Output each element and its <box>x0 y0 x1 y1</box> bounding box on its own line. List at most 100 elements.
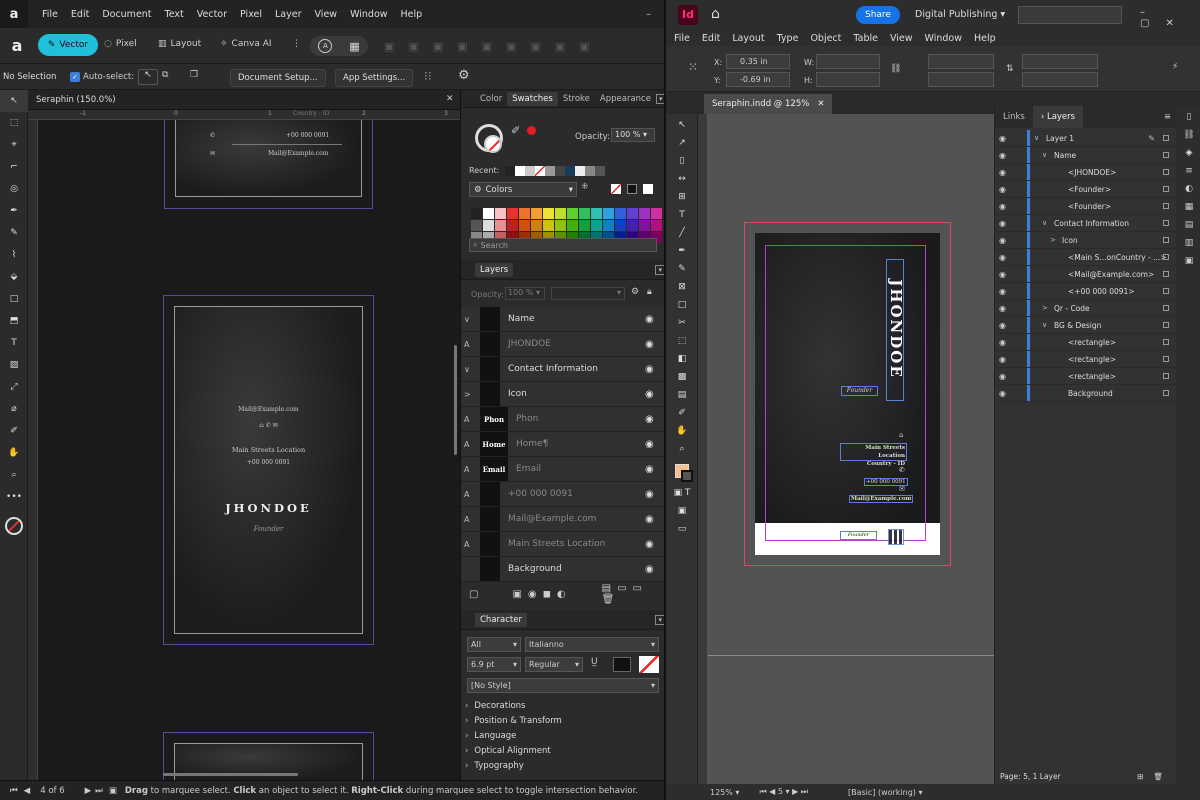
select-mode-pointer-icon[interactable]: ↖ <box>138 69 158 85</box>
collapse-arrow-icon[interactable]: ∨ <box>464 315 476 324</box>
fill-tool-icon[interactable]: ⬙ <box>0 266 28 288</box>
vector-brush-icon[interactable]: ⌇ <box>0 244 28 266</box>
fill-stroke-well[interactable] <box>475 124 503 153</box>
stroke-type-field[interactable] <box>1022 72 1098 87</box>
color-swatch[interactable] <box>531 220 542 231</box>
color-swatch[interactable] <box>579 220 590 231</box>
preview-mode-icon[interactable]: ▭ <box>666 520 698 538</box>
links-icon[interactable]: ⛓ <box>1176 130 1200 148</box>
vertical-scrollbar[interactable] <box>454 345 457 455</box>
home-icon[interactable]: ⌂ <box>711 6 720 22</box>
zoom-tool-icon[interactable]: ⌕ <box>0 464 28 486</box>
color-swatch[interactable] <box>567 208 578 219</box>
swatch-search[interactable]: ⌕ Search <box>469 238 657 252</box>
visibility-eye-icon[interactable]: ◉ <box>999 270 1013 279</box>
color-swatch[interactable] <box>639 208 650 219</box>
artboard-top[interactable]: ✆ +00 000 0091 ✉ Mail@Example.com Countr… <box>164 110 373 209</box>
settings-gear-icon[interactable]: ⚙ <box>458 68 470 83</box>
color-swatch[interactable] <box>471 208 482 219</box>
blend-mode-field[interactable]: ▾ <box>551 287 625 300</box>
move-tool-icon[interactable]: ↖ <box>0 90 28 112</box>
snapping-grid-icon[interactable]: ⁝⁝ <box>424 69 432 83</box>
panel-menu-icon[interactable]: ≡ <box>1164 112 1171 122</box>
character-section[interactable]: › Optical Alignment <box>465 743 661 758</box>
expand-arrow-icon[interactable]: ∨ <box>1042 219 1054 227</box>
window-controls[interactable]: –▢✕ <box>1140 7 1200 29</box>
search-field[interactable] <box>1018 6 1122 24</box>
color-swatch[interactable] <box>651 220 662 231</box>
menu-file[interactable]: File <box>674 33 690 44</box>
text-layer-icon[interactable]: A <box>464 440 476 449</box>
text-layer-icon[interactable]: A <box>464 515 476 524</box>
swatch-none-icon[interactable] <box>611 184 621 194</box>
fill-stroke-icon[interactable] <box>666 458 698 484</box>
node-tool-icon[interactable]: ⌖ <box>0 134 28 156</box>
properties-icon[interactable]: ▥ <box>1176 238 1200 256</box>
visibility-eye-icon[interactable]: ◉ <box>645 439 665 450</box>
text-layer-icon[interactable]: A <box>464 465 476 474</box>
indesign-layer-row[interactable]: ◉ ∨ Name <box>995 147 1177 164</box>
menu-pixel[interactable]: Pixel <box>240 9 275 20</box>
text-fill-swatch[interactable] <box>613 657 631 672</box>
font-family-select[interactable]: Italianno ▾ <box>525 637 659 652</box>
y-field[interactable]: -0.69 in <box>726 72 790 87</box>
color-swatch[interactable] <box>483 208 494 219</box>
corner-tool-icon[interactable]: ⌐ <box>0 156 28 178</box>
visibility-eye-icon[interactable]: ◉ <box>645 389 665 400</box>
layer-row[interactable]: A Phon Phon ◉ <box>461 407 665 432</box>
visibility-eye-icon[interactable]: ◉ <box>999 219 1013 228</box>
visibility-eye-icon[interactable]: ◉ <box>999 151 1013 160</box>
collapse-arrow-icon[interactable]: ∨ <box>464 365 476 374</box>
layer-type-icon[interactable]: > <box>464 390 476 399</box>
rectangle-tool-icon[interactable]: □ <box>666 296 698 314</box>
x-field[interactable]: 0.35 in <box>726 54 790 69</box>
rectangle-frame-icon[interactable]: ⊠ <box>666 278 698 296</box>
rectangle-tool-icon[interactable]: □ <box>0 288 28 310</box>
color-swatch[interactable] <box>651 208 662 219</box>
select-mode-artboard-icon[interactable]: ❐ <box>190 70 198 80</box>
zoom-field[interactable]: 125% ▾ <box>710 788 739 797</box>
layer-lock-icon[interactable]: 🔒︎ <box>647 287 652 297</box>
quick-actions-icon[interactable]: ⚡ <box>1172 62 1178 72</box>
layer-row[interactable]: A +00 000 0091 ◉ <box>461 482 665 507</box>
visibility-eye-icon[interactable]: ◉ <box>999 168 1013 177</box>
font-weight-select[interactable]: Regular ▾ <box>525 657 583 672</box>
color-swatch[interactable] <box>531 208 542 219</box>
indesign-layer-row[interactable]: ◉ > Icon <box>995 232 1177 249</box>
color-swatch[interactable] <box>591 220 602 231</box>
delete-layer-icon[interactable]: 🗑︎ <box>1153 772 1163 781</box>
rotate-field[interactable] <box>928 54 994 69</box>
layers-icon[interactable]: ◈ <box>1176 148 1200 166</box>
tab-character[interactable]: Character <box>475 612 527 627</box>
layer-row[interactable]: A Home Home¶ ◉ <box>461 432 665 457</box>
expand-arrow-icon[interactable]: > <box>1042 304 1054 312</box>
color-swatch[interactable] <box>639 220 650 231</box>
layer-row[interactable]: A JHONDOE ◉ <box>461 332 665 357</box>
expand-arrow-icon[interactable]: ∨ <box>1042 151 1054 159</box>
visibility-eye-icon[interactable]: ◉ <box>999 321 1013 330</box>
selection-tool-icon[interactable]: ↖ <box>666 116 698 134</box>
layer-settings-icon[interactable]: ⚙ <box>631 287 639 297</box>
layer-row[interactable]: A Mail@Example.com ◉ <box>461 507 665 532</box>
visibility-eye-icon[interactable]: ◉ <box>999 236 1013 245</box>
first-page-icon[interactable]: ⏮ <box>10 786 18 796</box>
eyedropper-icon[interactable]: ✐ <box>666 404 698 422</box>
select-square-icon[interactable] <box>1163 271 1169 277</box>
persona-layout-button[interactable]: ▥ Layout <box>158 39 201 49</box>
artboard-tool-icon[interactable]: ⬚ <box>0 112 28 134</box>
swatch-white-icon[interactable] <box>643 184 653 194</box>
visibility-eye-icon[interactable]: ◉ <box>645 414 665 425</box>
layer-row[interactable]: A Main Streets Location ◉ <box>461 532 665 557</box>
cc-libraries-icon[interactable]: ▤ <box>1176 220 1200 238</box>
preflight-status[interactable]: [Basic] (working) ▾ <box>848 788 923 797</box>
visibility-eye-icon[interactable]: ◉ <box>645 564 665 575</box>
page[interactable]: JHONDOE Founder ⌂ Main Streets Location … <box>755 233 940 555</box>
color-swatch[interactable] <box>543 220 554 231</box>
document-tab[interactable]: Seraphin (150.0%) ✕ <box>28 90 460 110</box>
indesign-layer-row[interactable]: ◉ <rectangle> <box>995 334 1177 351</box>
text-frame-icon[interactable]: A <box>318 39 333 53</box>
zoom-tool-icon[interactable]: ⌕ <box>666 440 698 458</box>
direct-selection-icon[interactable]: ↗ <box>666 134 698 152</box>
menu-view[interactable]: View <box>315 9 351 20</box>
text-style-select[interactable]: [No Style] ▾ <box>467 678 659 693</box>
